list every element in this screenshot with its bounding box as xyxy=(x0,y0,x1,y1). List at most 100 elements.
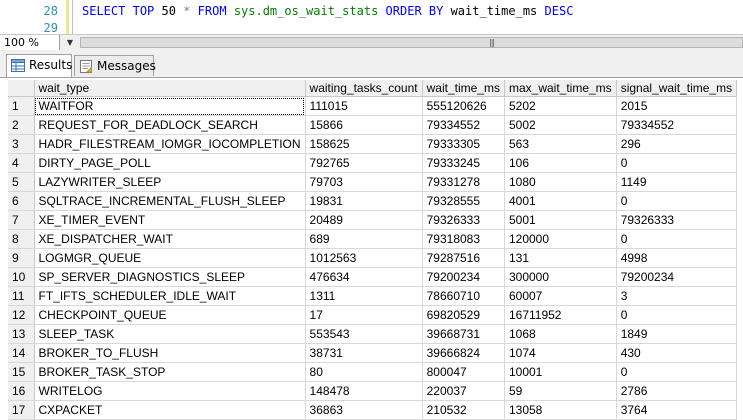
wait-time-ms-cell[interactable]: 79200234 xyxy=(422,267,505,287)
waiting-tasks-count-cell[interactable]: 79703 xyxy=(305,172,423,192)
signal-wait-time-ms-cell[interactable]: 2786 xyxy=(616,381,738,401)
wait-type-cell[interactable]: CHECKPOINT_QUEUE xyxy=(34,305,306,325)
table-row[interactable]: 14 BROKER_TO_FLUSH 38731 39666824 1074 430 xyxy=(8,343,738,363)
signal-wait-time-ms-cell[interactable]: 79334552 xyxy=(616,115,738,135)
max-wait-time-ms-cell[interactable]: 1080 xyxy=(504,172,617,192)
table-row[interactable]: 9 LOGMGR_QUEUE 1012563 79287516 131 4998 xyxy=(8,248,738,268)
zoom-select[interactable]: 100 % xyxy=(0,35,60,50)
table-row[interactable]: 3 HADR_FILESTREAM_IOMGR_IOCOMPLETION 15862… xyxy=(8,134,738,154)
signal-wait-time-ms-cell[interactable]: 79326333 xyxy=(616,210,738,230)
table-row[interactable]: 12 CHECKPOINT_QUEUE 17 69820529 16711952 0 xyxy=(8,305,738,325)
waiting-tasks-count-cell[interactable]: 36863 xyxy=(305,400,423,420)
row-number[interactable]: 6 xyxy=(8,191,35,211)
wait-type-cell[interactable]: REQUEST_FOR_DEADLOCK_SEARCH xyxy=(34,115,306,135)
waiting-tasks-count-cell[interactable]: 80 xyxy=(305,362,423,382)
row-number[interactable]: 4 xyxy=(8,153,35,173)
wait-type-cell[interactable]: CXPACKET xyxy=(34,400,306,420)
table-row[interactable]: 11 FT_IFTS_SCHEDULER_IDLE_WAIT 1311 7866071… xyxy=(8,286,738,306)
row-number[interactable]: 1 xyxy=(8,96,35,116)
max-wait-time-ms-cell[interactable]: 59 xyxy=(504,381,617,401)
max-wait-time-ms-cell[interactable]: 300000 xyxy=(504,267,617,287)
max-wait-time-ms-cell[interactable]: 106 xyxy=(504,153,617,173)
signal-wait-time-ms-cell[interactable]: 296 xyxy=(616,134,738,154)
wait-type-cell[interactable]: WRITELOG xyxy=(34,381,306,401)
signal-wait-time-ms-cell[interactable]: 4998 xyxy=(616,248,738,268)
signal-wait-time-ms-cell[interactable]: 0 xyxy=(616,362,738,382)
row-number[interactable]: 3 xyxy=(8,134,35,154)
tab-messages[interactable]: Messages xyxy=(74,55,156,76)
row-number[interactable]: 9 xyxy=(8,248,35,268)
wait-time-ms-cell[interactable]: 69820529 xyxy=(422,305,505,325)
table-row[interactable]: 17 CXPACKET 36863 210532 13058 3764 xyxy=(8,400,738,420)
wait-type-cell[interactable]: XE_TIMER_EVENT xyxy=(34,210,306,230)
wait-type-cell[interactable]: FT_IFTS_SCHEDULER_IDLE_WAIT xyxy=(34,286,306,306)
waiting-tasks-count-cell[interactable]: 111015 xyxy=(305,96,423,116)
signal-wait-time-ms-cell[interactable]: 1149 xyxy=(616,172,738,192)
wait-time-ms-cell[interactable]: 79333245 xyxy=(422,153,505,173)
column-header-max-wait-time-ms[interactable]: max_wait_time_ms xyxy=(504,80,617,97)
column-header-wait-type[interactable]: wait_type xyxy=(34,80,306,97)
wait-time-ms-cell[interactable]: 78660710 xyxy=(422,286,505,306)
chevron-down-icon[interactable]: ▼ xyxy=(64,35,76,50)
max-wait-time-ms-cell[interactable]: 1068 xyxy=(504,324,617,344)
row-number[interactable]: 11 xyxy=(8,286,35,306)
table-row[interactable]: 13 SLEEP_TASK 553543 39668731 1068 1849 xyxy=(8,324,738,344)
tab-results[interactable]: Results xyxy=(6,54,72,77)
signal-wait-time-ms-cell[interactable]: 2015 xyxy=(616,96,738,116)
waiting-tasks-count-cell[interactable]: 792765 xyxy=(305,153,423,173)
wait-time-ms-cell[interactable]: 39666824 xyxy=(422,343,505,363)
wait-time-ms-cell[interactable]: 800047 xyxy=(422,362,505,382)
row-number[interactable]: 14 xyxy=(8,343,35,363)
signal-wait-time-ms-cell[interactable]: 0 xyxy=(616,191,738,211)
table-row[interactable]: 16 WRITELOG 148478 220037 59 2786 xyxy=(8,381,738,401)
row-number[interactable]: 5 xyxy=(8,172,35,192)
max-wait-time-ms-cell[interactable]: 5002 xyxy=(504,115,617,135)
row-number[interactable]: 8 xyxy=(8,229,35,249)
wait-type-cell[interactable]: XE_DISPATCHER_WAIT xyxy=(34,229,306,249)
sql-editor[interactable]: 28 29 SELECT TOP 50 * FROM sys.dm_os_wai… xyxy=(0,0,743,35)
max-wait-time-ms-cell[interactable]: 4001 xyxy=(504,191,617,211)
waiting-tasks-count-cell[interactable]: 476634 xyxy=(305,267,423,287)
wait-time-ms-cell[interactable]: 79318083 xyxy=(422,229,505,249)
waiting-tasks-count-cell[interactable]: 689 xyxy=(305,229,423,249)
table-row[interactable]: 1 WAITFOR 111015 555120626 5202 2015 xyxy=(8,96,738,116)
waiting-tasks-count-cell[interactable]: 1012563 xyxy=(305,248,423,268)
wait-type-cell[interactable]: LAZYWRITER_SLEEP xyxy=(34,172,306,192)
waiting-tasks-count-cell[interactable]: 15866 xyxy=(305,115,423,135)
row-number[interactable]: 7 xyxy=(8,210,35,230)
table-row[interactable]: 2 REQUEST_FOR_DEADLOCK_SEARCH 15866 7933455… xyxy=(8,115,738,135)
wait-time-ms-cell[interactable]: 79333305 xyxy=(422,134,505,154)
row-number[interactable]: 12 xyxy=(8,305,35,325)
wait-type-cell[interactable]: SLEEP_TASK xyxy=(34,324,306,344)
wait-time-ms-cell[interactable]: 79334552 xyxy=(422,115,505,135)
waiting-tasks-count-cell[interactable]: 38731 xyxy=(305,343,423,363)
results-grid[interactable]: wait_type waiting_tasks_count wait_time_… xyxy=(8,80,743,420)
waiting-tasks-count-cell[interactable]: 158625 xyxy=(305,134,423,154)
wait-time-ms-cell[interactable]: 79328555 xyxy=(422,191,505,211)
signal-wait-time-ms-cell[interactable]: 0 xyxy=(616,305,738,325)
row-number[interactable]: 16 xyxy=(8,381,35,401)
signal-wait-time-ms-cell[interactable]: 1849 xyxy=(616,324,738,344)
max-wait-time-ms-cell[interactable]: 16711952 xyxy=(504,305,617,325)
table-row[interactable]: 4 DIRTY_PAGE_POLL 792765 79333245 106 0 xyxy=(8,153,738,173)
column-header-signal-wait-time-ms[interactable]: signal_wait_time_ms xyxy=(616,80,738,97)
max-wait-time-ms-cell[interactable]: 5001 xyxy=(504,210,617,230)
signal-wait-time-ms-cell[interactable]: 3 xyxy=(616,286,738,306)
max-wait-time-ms-cell[interactable]: 120000 xyxy=(504,229,617,249)
wait-type-cell[interactable]: LOGMGR_QUEUE xyxy=(34,248,306,268)
table-row[interactable]: 10 SP_SERVER_DIAGNOSTICS_SLEEP 476634 79200… xyxy=(8,267,738,287)
signal-wait-time-ms-cell[interactable]: 0 xyxy=(616,229,738,249)
table-row[interactable]: 15 BROKER_TASK_STOP 80 800047 10001 0 xyxy=(8,362,738,382)
waiting-tasks-count-cell[interactable]: 148478 xyxy=(305,381,423,401)
wait-type-cell[interactable]: DIRTY_PAGE_POLL xyxy=(34,153,306,173)
wait-type-cell[interactable]: SQLTRACE_INCREMENTAL_FLUSH_SLEEP xyxy=(34,191,306,211)
wait-time-ms-cell[interactable]: 210532 xyxy=(422,400,505,420)
signal-wait-time-ms-cell[interactable]: 79200234 xyxy=(616,267,738,287)
max-wait-time-ms-cell[interactable]: 60007 xyxy=(504,286,617,306)
wait-time-ms-cell[interactable]: 220037 xyxy=(422,381,505,401)
wait-type-cell[interactable]: SP_SERVER_DIAGNOSTICS_SLEEP xyxy=(34,267,306,287)
signal-wait-time-ms-cell[interactable]: 0 xyxy=(616,153,738,173)
max-wait-time-ms-cell[interactable]: 13058 xyxy=(504,400,617,420)
waiting-tasks-count-cell[interactable]: 553543 xyxy=(305,324,423,344)
signal-wait-time-ms-cell[interactable]: 430 xyxy=(616,343,738,363)
